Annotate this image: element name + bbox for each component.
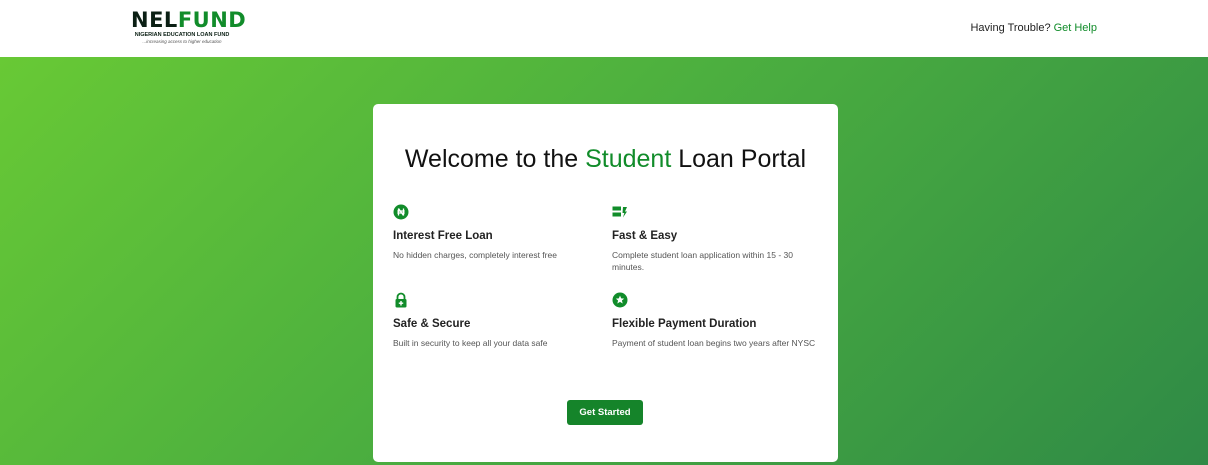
help-text: Having Trouble? xyxy=(970,22,1051,34)
star-badge-icon xyxy=(612,292,628,308)
feature-interest-free: Interest Free Loan No hidden charges, co… xyxy=(393,204,603,261)
nelfund-logo[interactable]: NELFUND NIGERIAN EDUCATION LOAN FUND ...… xyxy=(118,8,246,50)
feature-description: Payment of student loan begins two years… xyxy=(612,338,816,348)
get-started-button[interactable]: Get Started xyxy=(567,400,643,425)
logo-wordmark: NELFUND xyxy=(131,8,247,32)
page-title: Welcome to the Student Loan Portal xyxy=(404,145,807,173)
feature-title: Interest Free Loan xyxy=(393,230,493,242)
lock-icon xyxy=(395,292,407,308)
feature-flexible-payment: Flexible Payment Duration Payment of stu… xyxy=(612,292,822,349)
top-header: NELFUND NIGERIAN EDUCATION LOAN FUND ...… xyxy=(0,0,1208,57)
feature-title: Safe & Secure xyxy=(393,318,471,330)
feature-description: No hidden charges, completely interest f… xyxy=(393,250,557,260)
feature-title: Fast & Easy xyxy=(612,230,678,242)
feature-description: Built in security to keep all your data … xyxy=(393,338,548,348)
feature-fast-easy: Fast & Easy Complete student loan applic… xyxy=(612,204,822,273)
welcome-card: Welcome to the Student Loan Portal Inter… xyxy=(373,104,838,462)
help-section: Having Trouble? Get Help xyxy=(970,20,1097,36)
logo-subtitle: NIGERIAN EDUCATION LOAN FUND xyxy=(134,32,230,38)
logo-tagline: ...increasing access to higher education xyxy=(142,39,222,44)
feature-safe-secure: Safe & Secure Built in security to keep … xyxy=(393,292,603,349)
feature-title: Flexible Payment Duration xyxy=(612,318,757,330)
get-help-link[interactable]: Get Help xyxy=(1054,22,1097,34)
naira-icon xyxy=(393,204,409,220)
fast-icon xyxy=(612,206,627,218)
feature-description: Complete student loan application within… xyxy=(612,250,793,272)
